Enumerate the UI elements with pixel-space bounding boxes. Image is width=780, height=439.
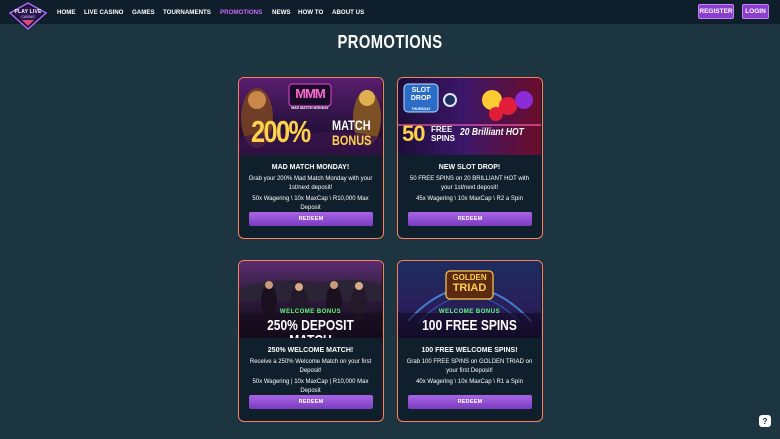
banner-thursday-text: THURSDAY	[411, 107, 431, 111]
promo-description: Grab your 200% Mad Match Monday with you…	[248, 176, 373, 191]
banner-triad-text: TRIAD	[452, 282, 487, 294]
nav-home[interactable]: HOME	[57, 9, 76, 16]
promo-terms: 50x Wagering | 10x MaxCap | R10,000 Max …	[252, 379, 369, 394]
banner-percent-text: 200%	[251, 114, 311, 149]
promo-banner-slot-drop: SLOT DROP THURSDAY 50 FREE SPINS 20 Bril…	[398, 78, 541, 155]
banner-slot-drop-text: SLOT DROP	[410, 87, 432, 102]
redeem-button[interactable]: REDEEM	[249, 395, 373, 409]
page-title: PROMOTIONS	[337, 32, 443, 52]
promo-title: 100 FREE WELCOME SPINS!	[421, 347, 518, 354]
promo-title: NEW SLOT DROP!	[438, 164, 501, 171]
nav-live-casino[interactable]: LIVE CASINO	[84, 9, 123, 16]
promo-description: 50 FREE SPINS on 20 BRILLIANT HOT with y…	[409, 176, 530, 191]
promo-terms: 50x Wagering \ 10x MaxCap \ R10,000 Max …	[252, 196, 369, 211]
banner-welcome-bonus-text: WELCOME BONUS	[279, 309, 342, 315]
promo-card-mad-match-monday: MMM MAD MATCH MONDAY 200% MATCH BONUS MA…	[238, 77, 384, 239]
redeem-button[interactable]: REDEEM	[408, 395, 532, 409]
help-button[interactable]: ?	[759, 415, 771, 427]
banner-free-spins-text: 100 FREE SPINS	[422, 317, 517, 334]
banner-deposit-match-text: 250% DEPOSIT MATCH	[267, 317, 354, 338]
logo-line2: CASINO	[21, 15, 35, 19]
banner-golden-text: GOLDEN	[452, 273, 487, 282]
banner-game-text: 20 Brilliant HOT	[460, 127, 524, 138]
promo-terms: 40x Wagering \ 10x MaxCap \ R1 a Spin	[416, 379, 523, 385]
nav-how-to[interactable]: HOW TO	[298, 9, 323, 16]
redeem-button[interactable]: REDEEM	[408, 212, 532, 226]
promo-description: Grab 100 FREE SPINS on GOLDEN TRIAD on y…	[406, 359, 533, 374]
nav-news[interactable]: NEWS	[272, 9, 291, 16]
promo-banner-free-spins: GOLDEN TRIAD WELCOME BONUS 100 FREE SPIN…	[398, 261, 541, 338]
promo-terms: 45x Wagering \ 10x MaxCap \ R2 a Spin	[416, 196, 523, 202]
nav-games[interactable]: GAMES	[132, 9, 155, 16]
top-navigation-bar: PLAY LIVE CASINO HOME LIVE CASINO GAMES …	[0, 0, 780, 30]
promo-banner-mad-match-monday: MMM MAD MATCH MONDAY 200% MATCH BONUS	[239, 78, 382, 155]
banner-mmm-text: MMM	[295, 86, 326, 101]
promo-description: Receive a 250% Welcome Match on your fir…	[249, 359, 372, 374]
site-logo[interactable]: PLAY LIVE CASINO	[8, 1, 48, 31]
banner-subtitle-text: MAD MATCH MONDAY	[291, 106, 329, 110]
register-button[interactable]: REGISTER	[698, 4, 734, 19]
nav-promotions[interactable]: PROMOTIONS	[220, 9, 262, 16]
banner-fifty-text: 50	[402, 121, 426, 146]
banner-bonus-text: BONUS	[332, 132, 372, 148]
banner-spins-text: SPINS	[431, 134, 456, 143]
redeem-button[interactable]: REDEEM	[249, 212, 373, 226]
login-button[interactable]: LOGIN	[742, 4, 769, 19]
main-nav: HOME LIVE CASINO GAMES TOURNAMENTS PROMO…	[57, 0, 373, 24]
nav-tournaments[interactable]: TOURNAMENTS	[163, 9, 211, 16]
promo-banner-welcome-match: WELCOME BONUS 250% DEPOSIT MATCH	[239, 261, 382, 338]
promo-card-welcome-match: WELCOME BONUS 250% DEPOSIT MATCH 250% WE…	[238, 260, 384, 422]
banner-welcome-bonus-text: WELCOME BONUS	[438, 309, 501, 315]
promo-title: 250% WELCOME MATCH!	[267, 347, 354, 354]
promo-card-free-welcome-spins: GOLDEN TRIAD WELCOME BONUS 100 FREE SPIN…	[397, 260, 543, 422]
banner-match-text: MATCH	[332, 117, 371, 133]
promo-title: MAD MATCH MONDAY!	[271, 164, 350, 171]
promo-card-new-slot-drop: SLOT DROP THURSDAY 50 FREE SPINS 20 Bril…	[397, 77, 543, 239]
nav-about-us[interactable]: ABOUT US	[332, 9, 364, 16]
banner-free-text: FREE	[431, 125, 453, 134]
